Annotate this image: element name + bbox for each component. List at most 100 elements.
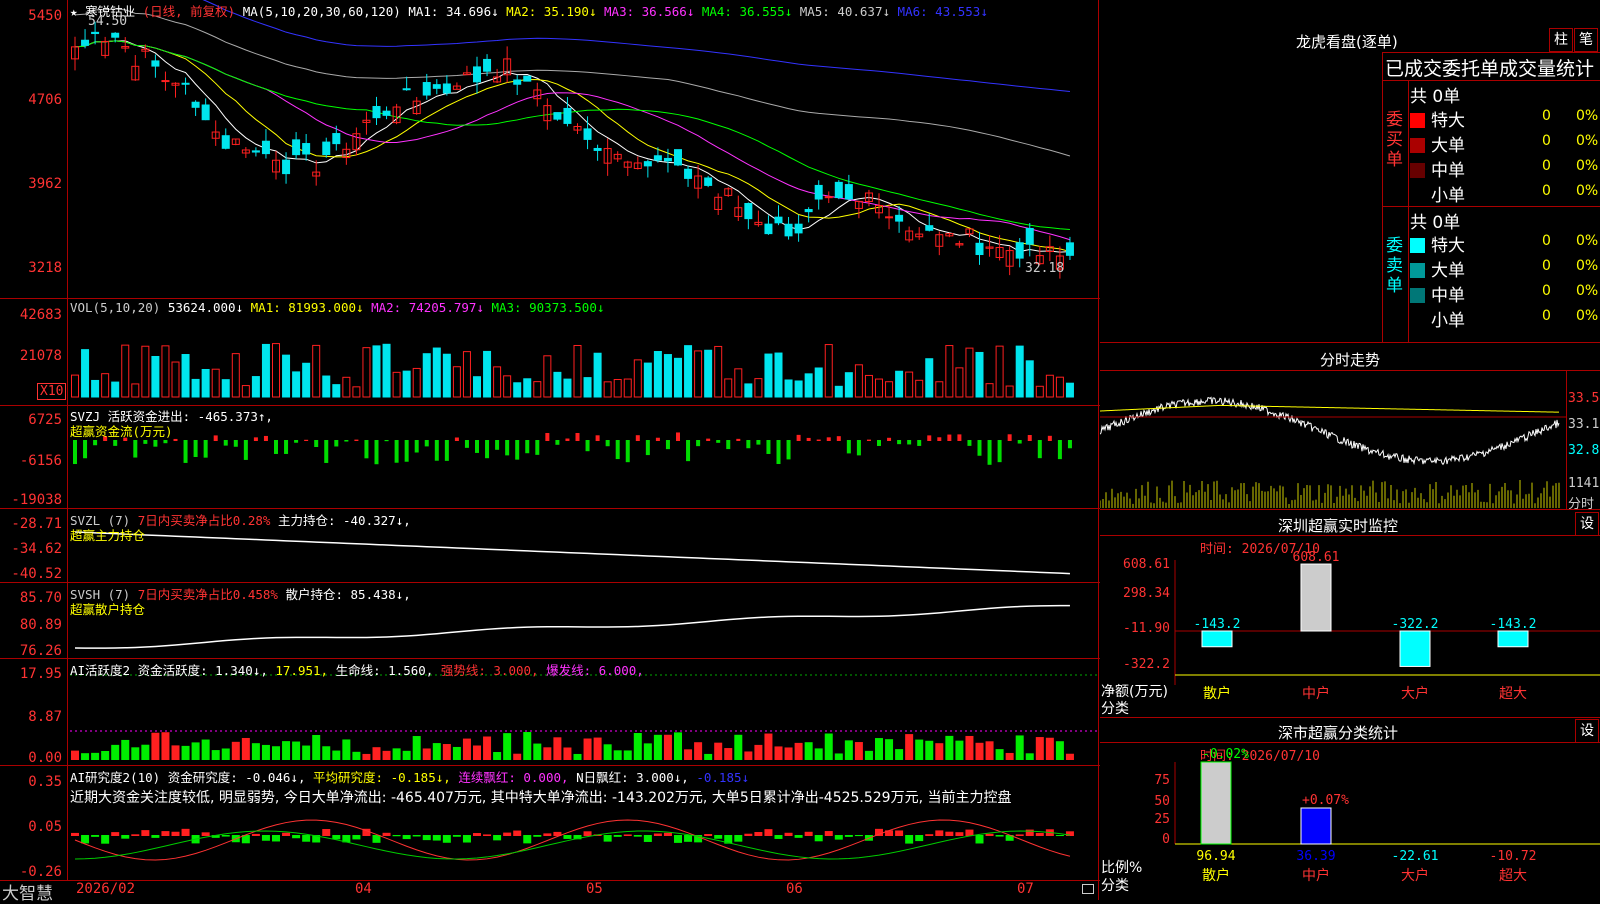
sz-monitor-bar-label: -143.2 [1490, 617, 1537, 632]
volume-bar [442, 353, 451, 398]
volume-bar [875, 378, 883, 398]
money-flow-bar [665, 440, 670, 450]
ai-active-t6: 爆发线: 6.000, [546, 663, 644, 678]
ai-active-t5: 强势线: 3.000, [440, 663, 539, 678]
volume-bar [121, 344, 130, 398]
buy-row: 小单 [1410, 181, 1531, 206]
buy-count: 0 [1542, 158, 1551, 174]
activity-bar [854, 742, 863, 760]
research-bar [282, 832, 291, 836]
money-flow-bar [454, 437, 459, 441]
kline-chart-area[interactable]: ★ 寒锐钴业 (日线, 前复权) MA(5,10,20,30,60,120) M… [0, 0, 1100, 900]
research-bar [543, 833, 552, 836]
intraday-chart[interactable] [1100, 371, 1566, 509]
volume-bar [754, 378, 763, 398]
main-holding-line [74, 531, 1070, 575]
money-flow-bar [444, 440, 449, 461]
research-bar [794, 835, 803, 838]
activity-bar [221, 748, 230, 760]
vol-tick-1: 42683 [19, 307, 62, 323]
volume-bar [935, 381, 944, 398]
ai-research-t1: AI研究度2(10) [70, 770, 161, 785]
sell-row: 小单 [1410, 306, 1531, 331]
candle-body [322, 141, 331, 156]
candle-body [432, 84, 441, 89]
ai-active-tick-2: 8.87 [28, 709, 62, 725]
sz-class-value: 36.39 [1296, 849, 1335, 864]
candle-body [975, 242, 984, 256]
sz-class-settings-button[interactable]: 设 [1575, 719, 1599, 743]
activity-bar [804, 742, 813, 760]
candle-body [81, 39, 90, 46]
svsh-title-b: 7日内买卖净占比0.458% [137, 587, 278, 602]
svzj-tick-3: -19038 [11, 492, 62, 508]
volume-bar [171, 361, 180, 398]
activity-bar [201, 739, 210, 760]
money-flow-bar [595, 435, 600, 441]
tick-view-button[interactable]: 笔 [1574, 28, 1598, 52]
activity-bar [764, 733, 773, 760]
candle-body [292, 139, 301, 156]
research-bar [684, 835, 693, 842]
activity-bar [432, 743, 441, 760]
money-flow-bar [856, 440, 861, 456]
sz-monitor-bar [1201, 630, 1233, 648]
activity-bar [171, 745, 180, 760]
candle-body [824, 196, 833, 199]
column-view-button[interactable]: 柱 [1549, 28, 1573, 52]
volume-bar [81, 349, 90, 398]
sz-class-category: 散户 [1202, 867, 1230, 884]
time-label-jul: 07 [1017, 881, 1034, 897]
activity-bar [583, 738, 592, 760]
candle-body [1065, 242, 1074, 256]
candle-body [593, 147, 602, 151]
candle-body [784, 223, 793, 237]
svsh-subtitle: 超赢散户持仓 [70, 602, 146, 617]
volume-bar [261, 343, 270, 398]
volume-bar [854, 364, 863, 398]
sell-name: 特大 [1431, 236, 1465, 256]
money-flow-bar [806, 437, 811, 441]
lock-icon[interactable] [1082, 884, 1094, 894]
activity-bar [402, 750, 411, 760]
activity-bar [965, 735, 974, 760]
volume-bar [272, 343, 280, 398]
activity-bar [322, 746, 331, 760]
time-label-jun: 06 [786, 881, 803, 897]
activity-bar [241, 737, 250, 760]
sell-count: 0 [1542, 308, 1551, 324]
research-bar [452, 835, 461, 837]
ai-research-t3: 平均研究度: -0.185↓, [313, 770, 451, 785]
money-flow-bar [786, 440, 791, 460]
research-bar [382, 832, 391, 836]
sz-class-ytick: 50 [1154, 794, 1170, 809]
activity-bar [513, 753, 522, 760]
volume-bar [513, 382, 522, 398]
activity-bar [81, 753, 90, 760]
buy-side-label: 委买单 [1386, 110, 1403, 170]
volume-bar [674, 357, 682, 398]
brand-label: 大智慧 [2, 884, 53, 904]
research-bar [201, 832, 210, 836]
research-bar [462, 835, 471, 843]
volume-bar [292, 371, 301, 398]
research-bar [1015, 834, 1024, 836]
volume-bar [704, 349, 713, 398]
candle-body [402, 88, 411, 91]
research-bar [473, 833, 481, 836]
research-bar [412, 835, 421, 837]
sell-row: 特大 [1410, 231, 1531, 256]
volume-bar [151, 355, 160, 398]
research-bar [71, 832, 79, 836]
candle-body [191, 101, 200, 108]
sz-monitor-settings-button[interactable]: 设 [1575, 512, 1599, 536]
activity-bar [101, 750, 110, 760]
money-flow-bar [374, 440, 379, 465]
candle-body [684, 168, 693, 179]
volume-bar [573, 344, 582, 398]
volume-bar [724, 378, 733, 398]
money-flow-bar [927, 435, 932, 441]
sz-monitor-chart: 608.61 298.34 -11.90 -322.2 -143.2 散户 608.61 中户… [1123, 550, 1600, 702]
money-flow-bar [625, 440, 630, 463]
activity-bar [553, 737, 562, 760]
